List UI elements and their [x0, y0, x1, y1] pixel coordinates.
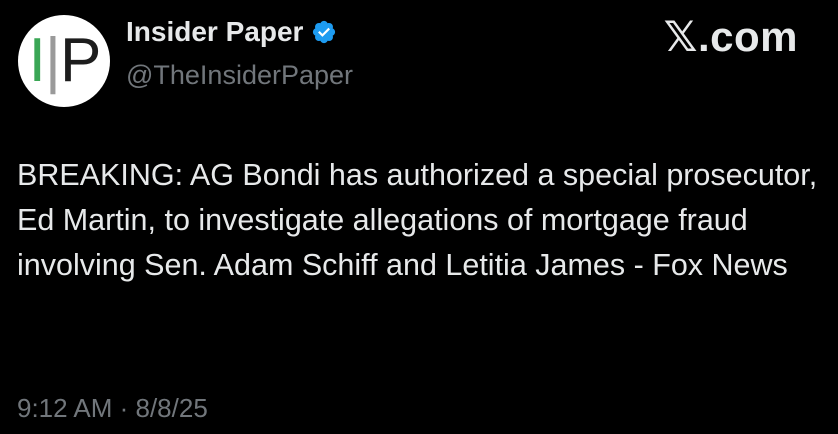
avatar[interactable]: I | P	[18, 15, 110, 107]
author-handle[interactable]: @TheInsiderPaper	[126, 62, 353, 89]
tweet-text: BREAKING: AG Bondi has authorized a spec…	[17, 158, 818, 282]
author-display-name[interactable]: Insider Paper	[126, 18, 303, 46]
tweet-timestamp[interactable]: 9:12 AM · 8/8/25	[17, 395, 208, 421]
verified-badge-icon	[311, 19, 337, 45]
author-name-row: Insider Paper	[126, 18, 337, 46]
x-brand-logo: 𝕏.com	[663, 13, 798, 60]
insider-paper-logo: I | P	[28, 26, 102, 95]
